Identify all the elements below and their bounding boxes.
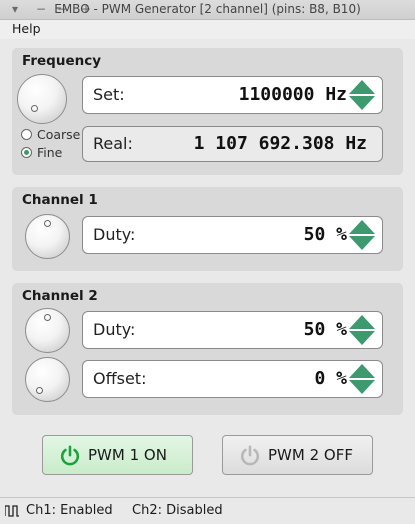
channel1-title: Channel 1	[22, 192, 98, 208]
power-icon	[60, 445, 80, 466]
channel1-duty-field[interactable]: Duty: 50 %	[82, 216, 383, 254]
coarse-label: Coarse	[37, 127, 81, 142]
title-bar: ▾ − − + EMBO - PWM Generator [2 channel]…	[0, 0, 415, 20]
channel2-duty-knob[interactable]	[25, 308, 70, 353]
channel2-group: Channel 2 Duty: 50 % Offset: 0 %	[12, 283, 403, 415]
duty-value[interactable]: 50 %	[304, 319, 347, 340]
spin-down-icon[interactable]	[349, 236, 375, 250]
pwm2-label: PWM 2 OFF	[268, 446, 353, 464]
set-label: Set:	[93, 85, 125, 104]
status-bar: Ch1: Enabled Ch2: Disabled	[0, 497, 415, 524]
fine-label: Fine	[37, 145, 63, 160]
channel2-title: Channel 2	[22, 288, 98, 304]
window-title: EMBO - PWM Generator [2 channel] (pins: …	[54, 2, 361, 16]
frequency-set-field[interactable]: Set: 1100000 Hz	[82, 76, 383, 114]
knob-indicator	[44, 220, 51, 227]
knob-indicator	[31, 105, 38, 112]
pwm-wave-icon	[5, 505, 19, 517]
frequency-real-field: Real: 1 107 692.308 Hz	[82, 126, 383, 162]
spin-up-icon[interactable]	[349, 220, 375, 234]
menu-bar: Help	[0, 20, 415, 39]
channel1-group: Channel 1 Duty: 50 %	[12, 187, 403, 271]
knob-indicator	[36, 387, 43, 394]
duty-label: Duty:	[93, 225, 136, 244]
channel1-duty-spinner[interactable]	[349, 220, 375, 250]
real-label: Real:	[93, 134, 133, 153]
spin-up-icon[interactable]	[349, 364, 375, 378]
channel2-offset-knob[interactable]	[25, 357, 70, 402]
offset-label: Offset:	[93, 369, 147, 388]
duty-value[interactable]: 50 %	[304, 224, 347, 245]
channel2-duty-field[interactable]: Duty: 50 %	[82, 311, 383, 349]
pwm1-label: PWM 1 ON	[88, 446, 167, 464]
channel2-offset-spinner[interactable]	[349, 364, 375, 394]
frequency-spinner[interactable]	[349, 80, 375, 110]
duty-label: Duty:	[93, 320, 136, 339]
fine-radio-circle[interactable]	[21, 147, 32, 158]
coarse-radio-circle[interactable]	[21, 129, 32, 140]
spin-down-icon[interactable]	[349, 331, 375, 345]
power-icon	[240, 445, 260, 466]
channel2-duty-spinner[interactable]	[349, 315, 375, 345]
knob-indicator	[44, 314, 51, 321]
frequency-knob[interactable]	[17, 74, 67, 124]
spin-down-icon[interactable]	[349, 380, 375, 394]
spin-up-icon[interactable]	[349, 315, 375, 329]
pwm1-on-button[interactable]: PWM 1 ON	[42, 435, 193, 475]
frequency-title: Frequency	[22, 53, 102, 69]
channel2-offset-field[interactable]: Offset: 0 %	[82, 360, 383, 398]
spin-down-icon[interactable]	[349, 96, 375, 110]
channel1-duty-knob[interactable]	[25, 214, 70, 259]
menu-help[interactable]: Help	[12, 21, 41, 36]
real-value: 1 107 692.308 Hz	[193, 133, 367, 154]
pwm2-off-button[interactable]: PWM 2 OFF	[222, 435, 373, 475]
offset-value[interactable]: 0 %	[314, 368, 347, 389]
frequency-group: Frequency Coarse Fine Set: 1100000 Hz Re…	[12, 48, 403, 175]
status-ch1: Ch1: Enabled	[26, 503, 113, 518]
set-value[interactable]: 1100000 Hz	[239, 84, 347, 105]
status-ch2: Ch2: Disabled	[132, 503, 223, 518]
spin-up-icon[interactable]	[349, 80, 375, 94]
